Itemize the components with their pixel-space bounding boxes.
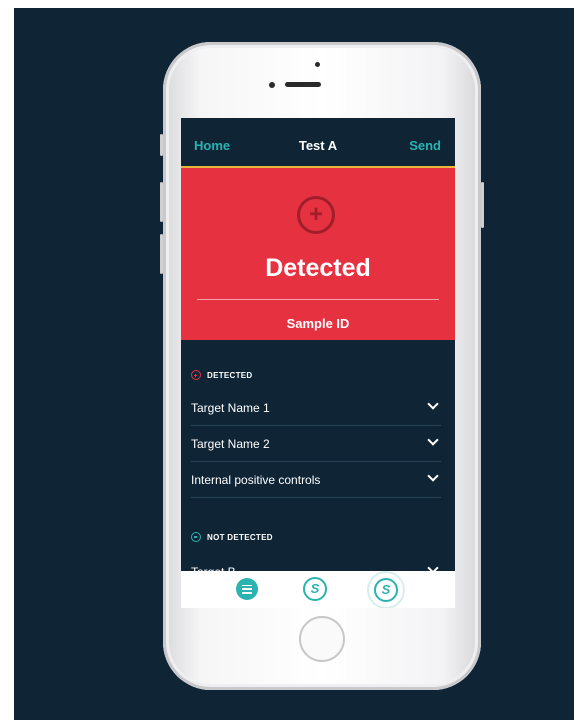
phone-speaker	[285, 82, 321, 87]
proximity-sensor	[269, 82, 275, 88]
sample-id-label: Sample ID	[286, 316, 350, 331]
section-title: DETECTED	[207, 370, 253, 380]
result-status: Detected	[265, 254, 371, 282]
chevron-down-icon[interactable]	[427, 398, 439, 410]
section-title: NOT DETECTED	[207, 532, 273, 542]
minus-circle-icon	[191, 532, 201, 542]
phone-home-button[interactable]	[299, 616, 345, 662]
phone-volume-down	[160, 234, 163, 274]
tab-bar: S S	[181, 571, 455, 608]
not-detected-section-header: NOT DETECTED	[191, 532, 273, 542]
list-item-label: Target Name 2	[191, 437, 270, 451]
plus-circle-icon: +	[297, 196, 335, 234]
app-screen: Home Test A Send + Detected Sample ID DE…	[181, 118, 455, 608]
nav-bar: Home Test A Send	[181, 118, 455, 168]
s-logo-active-icon[interactable]: S	[367, 571, 405, 608]
list-item[interactable]: Internal positive controls	[191, 462, 441, 498]
result-panel: + Detected Sample ID	[181, 168, 455, 340]
chevron-down-icon[interactable]	[427, 470, 439, 482]
divider	[197, 299, 439, 300]
plus-circle-icon	[191, 370, 201, 380]
detected-section-header: DETECTED	[191, 370, 253, 380]
list-item[interactable]: Target Name 1	[191, 390, 441, 426]
send-button[interactable]: Send	[409, 138, 441, 153]
phone-power-button	[481, 182, 484, 228]
chevron-down-icon[interactable]	[427, 434, 439, 446]
s-logo-icon[interactable]: S	[303, 577, 327, 601]
phone-side-button	[160, 134, 163, 156]
phone-volume-up	[160, 182, 163, 222]
list-icon[interactable]	[236, 578, 258, 600]
list-item-label: Target Name 1	[191, 401, 270, 415]
list-item-label: Internal positive controls	[191, 473, 321, 487]
list-item[interactable]: Target Name 2	[191, 426, 441, 462]
front-camera	[315, 62, 320, 67]
